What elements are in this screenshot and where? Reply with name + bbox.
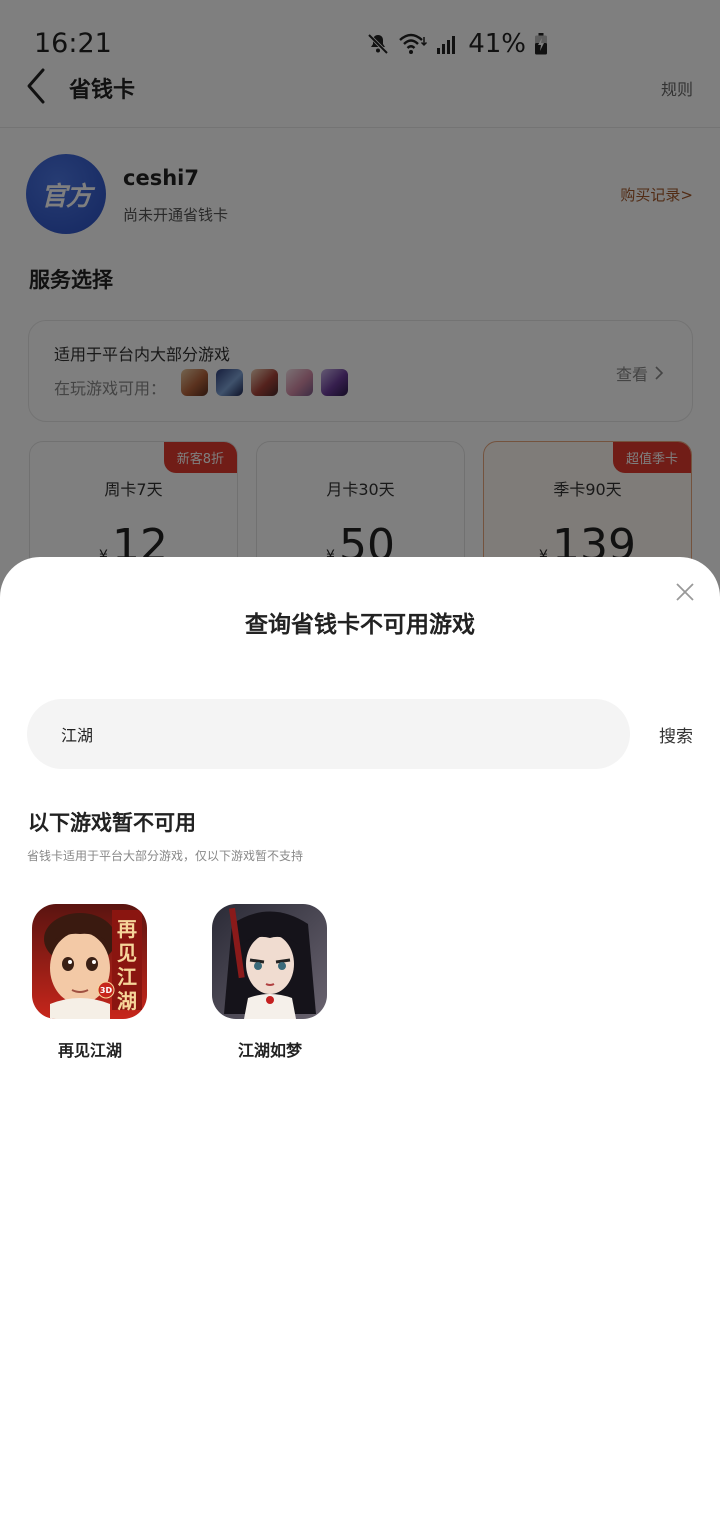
game-name: 再见江湖	[57, 1041, 122, 1060]
sheet-title: 查询省钱卡不可用游戏	[245, 612, 475, 638]
close-icon[interactable]	[676, 583, 694, 601]
search-box	[27, 699, 630, 769]
game-name: 江湖如梦	[237, 1041, 302, 1060]
game-item[interactable]: 江湖如梦	[212, 904, 328, 1061]
game-icon-jianghu-rumeng	[212, 904, 327, 1019]
game-icon-title: 再	[117, 917, 137, 941]
unavailable-games-sheet: 查询省钱卡不可用游戏 搜索 以下游戏暂不可用 省钱卡适用于平台大部分游戏，仅以下…	[0, 557, 720, 1520]
game-icon-title: 湖	[117, 989, 137, 1013]
game-icon-badge: 3D	[100, 986, 113, 995]
game-icon-title: 江	[117, 965, 137, 989]
unavailable-description: 省钱卡适用于平台大部分游戏，仅以下游戏暂不支持	[27, 849, 304, 863]
game-icon-title: 见	[117, 941, 137, 965]
search-button[interactable]: 搜索	[659, 722, 693, 747]
unavailable-title: 以下游戏暂不可用	[28, 811, 196, 835]
game-icon-zaijian-jianghu: 再 见 江 湖 3D	[32, 904, 147, 1019]
search-input[interactable]	[27, 699, 630, 769]
game-item[interactable]: 再 见 江 湖 3D 再见江湖	[32, 904, 148, 1061]
